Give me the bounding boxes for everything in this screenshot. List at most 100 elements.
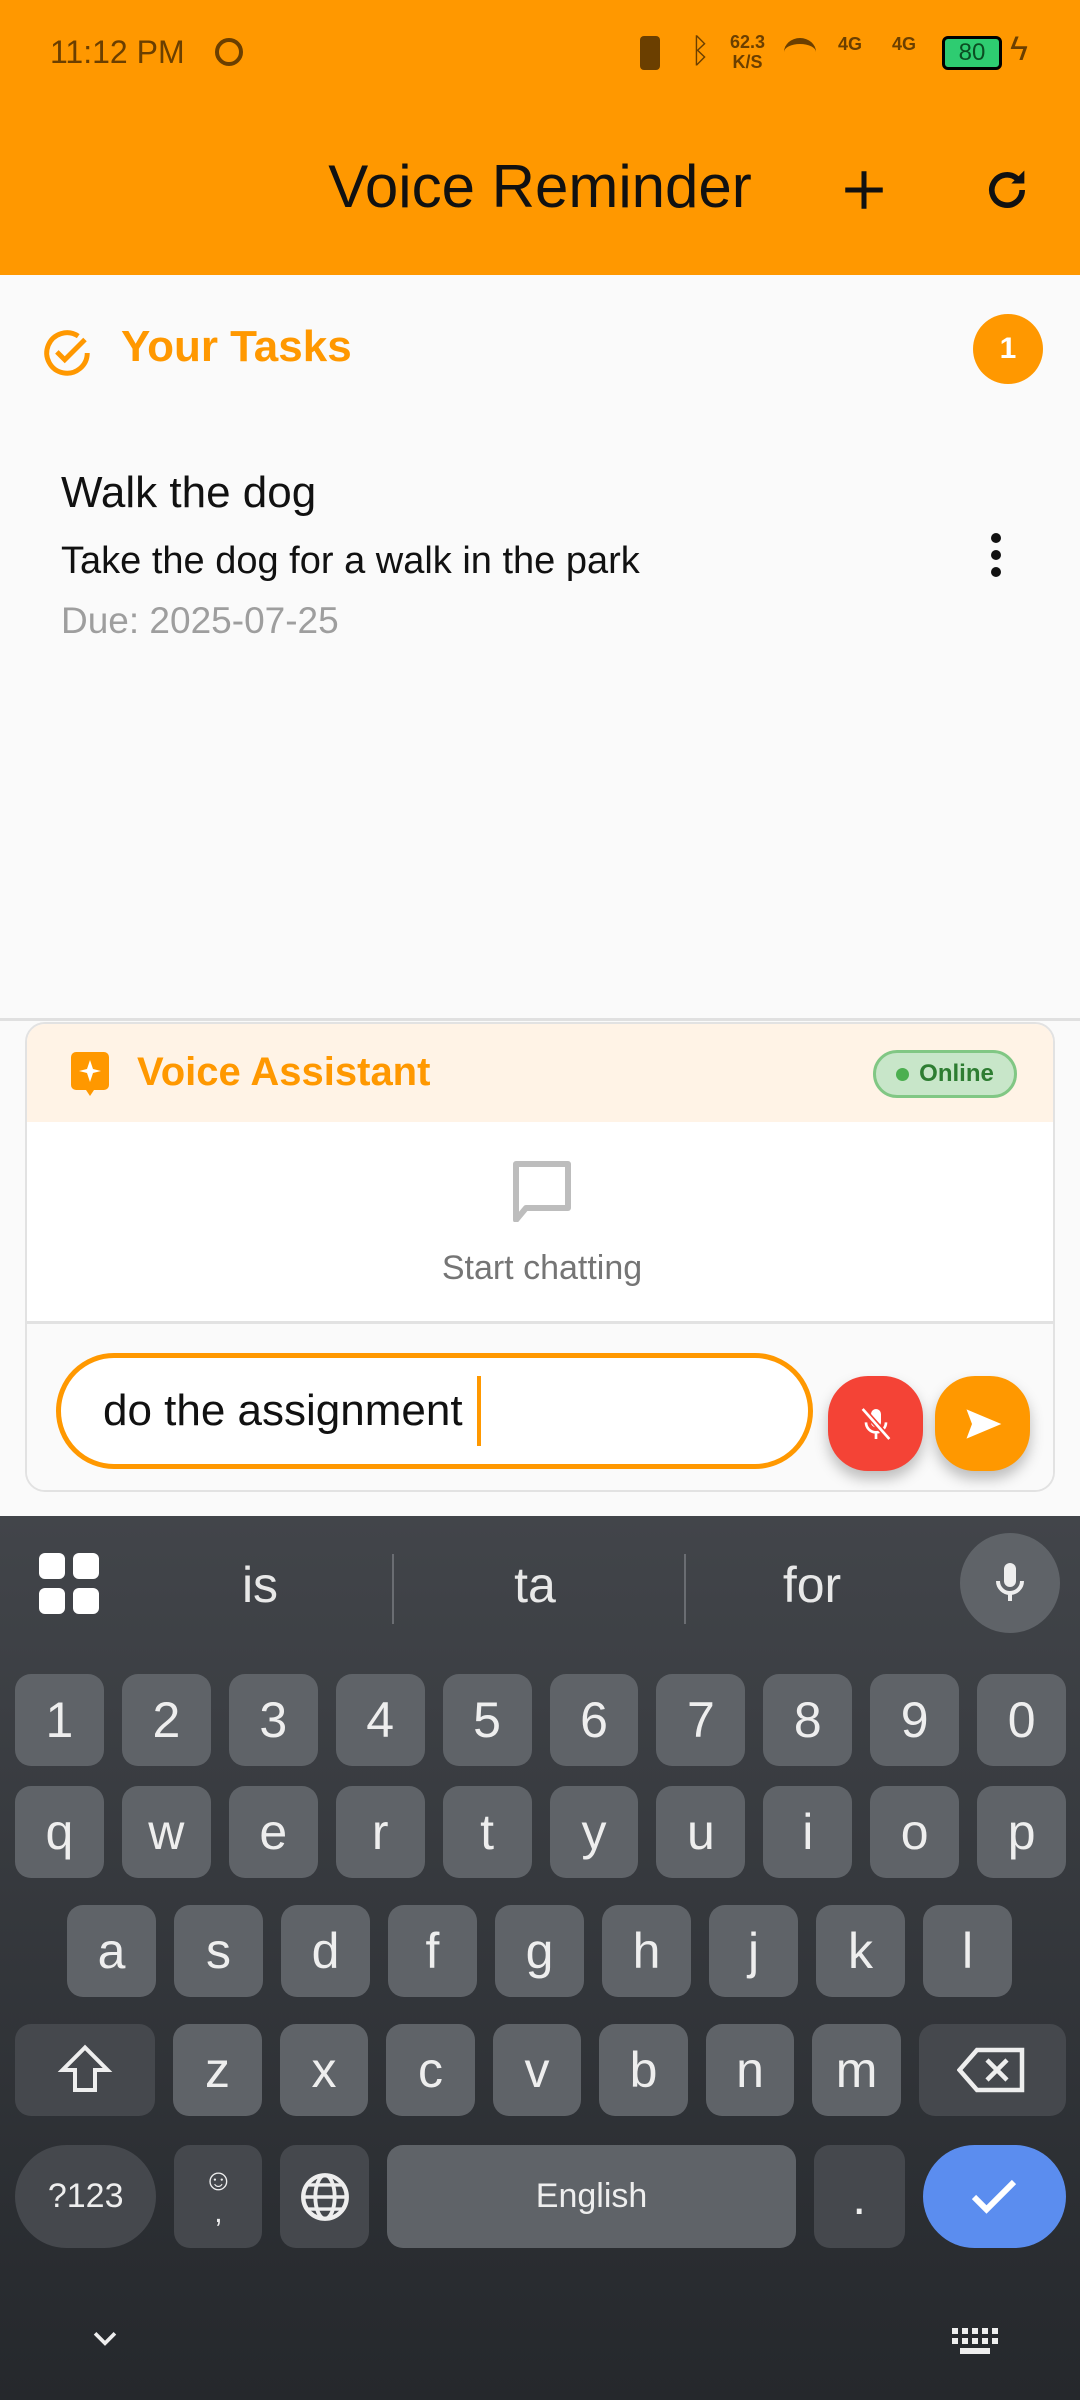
key-f[interactable]: f bbox=[388, 1905, 477, 1997]
asdf-row: asdfghjkl bbox=[67, 1905, 1080, 1997]
enter-key[interactable] bbox=[922, 2145, 1066, 2248]
divider bbox=[0, 1018, 1080, 1021]
key-l[interactable]: l bbox=[923, 1905, 1012, 1997]
voice-assistant-card: Voice Assistant Online Start chatting do… bbox=[25, 1022, 1055, 1492]
message-input[interactable]: do the assignment bbox=[56, 1353, 813, 1469]
key-a[interactable]: a bbox=[67, 1905, 156, 1997]
mic-off-icon bbox=[859, 1406, 892, 1441]
hide-keyboard-button[interactable] bbox=[88, 2322, 122, 2361]
key-s[interactable]: s bbox=[174, 1905, 263, 1997]
key-t[interactable]: t bbox=[442, 1786, 532, 1878]
suggestion[interactable]: is bbox=[160, 1556, 360, 1614]
task-menu-button[interactable] bbox=[966, 520, 1026, 590]
send-icon bbox=[966, 1408, 1001, 1439]
key-1[interactable]: 1 bbox=[15, 1674, 104, 1766]
backspace-key[interactable] bbox=[918, 2024, 1067, 2116]
suggestion[interactable]: ta bbox=[435, 1556, 635, 1614]
key-i[interactable]: i bbox=[763, 1786, 853, 1878]
bluetooth-icon: ᛒ bbox=[690, 32, 711, 70]
key-o[interactable]: o bbox=[870, 1786, 960, 1878]
apps-grid-button[interactable] bbox=[38, 1552, 100, 1614]
send-button[interactable] bbox=[935, 1376, 1030, 1471]
emoji-comma-key[interactable]: ☺, bbox=[174, 2145, 263, 2248]
key-z[interactable]: z bbox=[173, 2024, 262, 2116]
space-key[interactable]: English bbox=[387, 2145, 796, 2248]
online-status-badge: Online bbox=[873, 1050, 1017, 1098]
key-w[interactable]: w bbox=[121, 1786, 211, 1878]
key-4[interactable]: 4 bbox=[335, 1674, 425, 1766]
period-key[interactable]: . bbox=[813, 2145, 905, 2248]
suggestion[interactable]: for bbox=[712, 1556, 912, 1614]
chat-input-area: do the assignment bbox=[27, 1321, 1053, 1490]
key-6[interactable]: 6 bbox=[549, 1674, 639, 1766]
key-x[interactable]: x bbox=[279, 2024, 369, 2116]
empty-chat-text: Start chatting bbox=[441, 1249, 643, 1287]
keyboard-switch-button[interactable] bbox=[950, 2326, 1000, 2361]
shift-icon bbox=[57, 2044, 113, 2092]
key-h[interactable]: h bbox=[602, 1905, 691, 1997]
refresh-button[interactable] bbox=[977, 160, 1037, 220]
key-c[interactable]: c bbox=[386, 2024, 475, 2116]
key-v[interactable]: v bbox=[492, 2024, 582, 2116]
add-button[interactable] bbox=[834, 160, 894, 220]
tasks-header: Your Tasks bbox=[121, 322, 352, 371]
key-m[interactable]: m bbox=[812, 2024, 901, 2116]
check-circle-icon bbox=[44, 330, 90, 376]
key-7[interactable]: 7 bbox=[656, 1674, 746, 1766]
key-u[interactable]: u bbox=[656, 1786, 746, 1878]
key-n[interactable]: n bbox=[705, 2024, 795, 2116]
vibrate-icon bbox=[640, 36, 660, 70]
symbols-key[interactable]: ?123 bbox=[15, 2145, 157, 2248]
key-8[interactable]: 8 bbox=[763, 1674, 853, 1766]
key-9[interactable]: 9 bbox=[870, 1674, 960, 1766]
key-q[interactable]: q bbox=[15, 1786, 104, 1878]
keyboard: is ta for 1234567890 qwertyuiop asdfghjk… bbox=[0, 1516, 1080, 2400]
qwerty-row: qwertyuiop bbox=[15, 1786, 1067, 1878]
key-r[interactable]: r bbox=[335, 1786, 425, 1878]
suggestion-divider bbox=[392, 1554, 394, 1624]
key-g[interactable]: g bbox=[495, 1905, 584, 1997]
mic-off-button[interactable] bbox=[828, 1376, 923, 1471]
key-y[interactable]: y bbox=[549, 1786, 639, 1878]
zxcv-row: zxcvbnm bbox=[15, 2024, 1067, 2116]
battery-icon: 80 bbox=[942, 36, 1002, 70]
language-key[interactable] bbox=[280, 2145, 370, 2248]
text-caret bbox=[476, 1376, 481, 1446]
assistant-title: Voice Assistant bbox=[137, 1050, 431, 1094]
message-input-value: do the assignment bbox=[103, 1386, 463, 1435]
assistant-header: Voice Assistant Online bbox=[27, 1024, 1053, 1122]
suggestion-divider bbox=[684, 1554, 686, 1624]
key-2[interactable]: 2 bbox=[121, 1674, 211, 1766]
signal-2-icon: 4G bbox=[892, 34, 917, 54]
key-k[interactable]: k bbox=[816, 1905, 905, 1997]
signal-1-icon: 4G bbox=[838, 34, 863, 54]
key-3[interactable]: 3 bbox=[228, 1674, 318, 1766]
key-j[interactable]: j bbox=[709, 1905, 798, 1997]
globe-icon bbox=[300, 2172, 349, 2221]
key-d[interactable]: d bbox=[281, 1905, 370, 1997]
key-5[interactable]: 5 bbox=[442, 1674, 532, 1766]
task-description: Take the dog for a walk in the park bbox=[61, 540, 640, 582]
notification-icon bbox=[215, 38, 243, 66]
shift-key[interactable] bbox=[15, 2024, 156, 2116]
key-p[interactable]: p bbox=[977, 1786, 1067, 1878]
plus-icon bbox=[845, 171, 883, 209]
key-0[interactable]: 0 bbox=[977, 1674, 1067, 1766]
key-e[interactable]: e bbox=[228, 1786, 318, 1878]
backspace-icon bbox=[957, 2047, 1025, 2093]
app-bar: 11:12 PM ᛒ 62.3 K/S 4G 4G 80 ϟ Voice Remi… bbox=[0, 0, 1080, 275]
microphone-icon bbox=[996, 1563, 1024, 1601]
refresh-icon bbox=[989, 170, 1025, 208]
assistant-sparkle-icon bbox=[71, 1052, 109, 1096]
key-b[interactable]: b bbox=[599, 2024, 688, 2116]
online-label: Online bbox=[919, 1060, 994, 1087]
voice-input-button[interactable] bbox=[960, 1533, 1060, 1633]
task-title: Walk the dog bbox=[61, 468, 317, 517]
task-item[interactable]: Walk the dog Take the dog for a walk in … bbox=[0, 440, 1080, 660]
comma-label: , bbox=[214, 2195, 223, 2229]
keyboard-icon bbox=[952, 2328, 998, 2354]
chat-messages-area bbox=[27, 1122, 1053, 1321]
online-dot bbox=[896, 1067, 910, 1081]
wifi-icon bbox=[784, 38, 816, 66]
number-row: 1234567890 bbox=[15, 1674, 1067, 1766]
